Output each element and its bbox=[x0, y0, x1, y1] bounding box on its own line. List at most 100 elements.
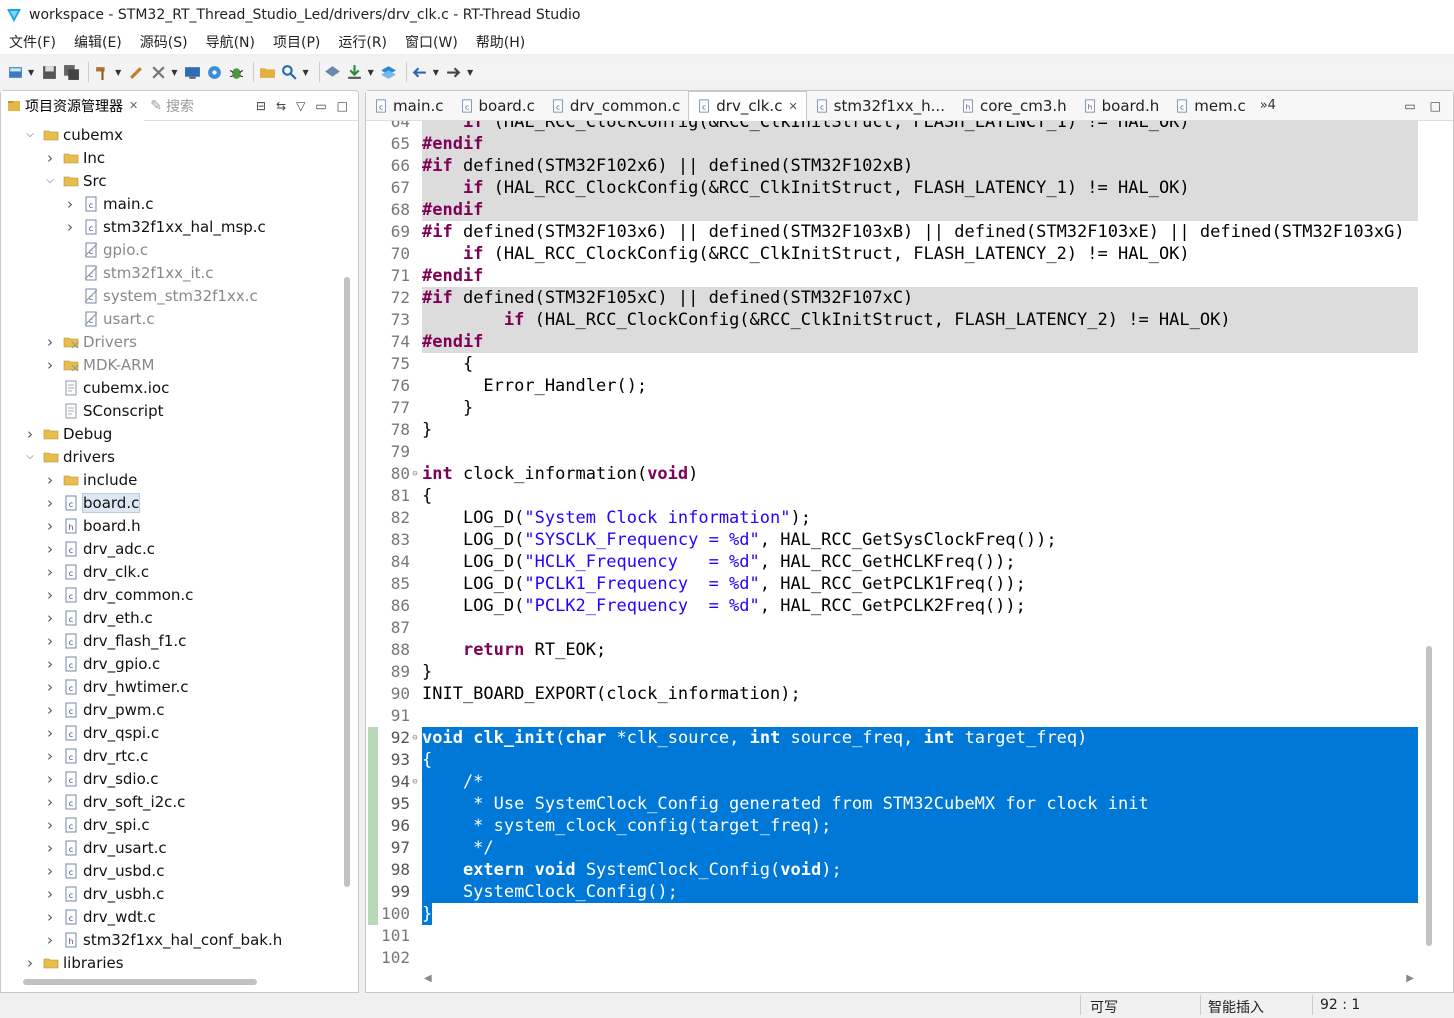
save-icon[interactable] bbox=[40, 63, 58, 81]
editor-vertical-scrollbar[interactable] bbox=[1426, 646, 1432, 946]
fold-toggle-icon[interactable]: ⊖ bbox=[410, 463, 420, 485]
chevron-right-icon[interactable]: › bbox=[23, 425, 37, 443]
tab-project-explorer[interactable]: 项目资源管理器 ✕ bbox=[1, 90, 145, 121]
tree-item[interactable]: › c drv_sdio.c bbox=[43, 767, 159, 790]
code-line[interactable]: 94 ⊖ /* bbox=[366, 771, 1420, 793]
more-tabs-indicator[interactable]: »4 bbox=[1260, 98, 1276, 113]
tree-item[interactable]: ⌵ drivers bbox=[23, 445, 115, 468]
maximize-icon[interactable]: □ bbox=[337, 99, 348, 113]
tools-dropdown-icon[interactable]: ▼ bbox=[171, 68, 177, 77]
tree-item[interactable]: c gpio.c bbox=[63, 238, 148, 261]
tree-item[interactable]: › c drv_clk.c bbox=[43, 560, 149, 583]
build-dropdown-icon[interactable]: ▼ bbox=[115, 68, 121, 77]
back-arrow-icon[interactable] bbox=[411, 63, 429, 81]
close-icon[interactable]: ✕ bbox=[129, 99, 138, 112]
code-line[interactable]: 85 LOG_D("PCLK1_Frequency = %d", HAL_RCC… bbox=[366, 573, 1420, 595]
code-line[interactable]: 95 * Use SystemClock_Config generated fr… bbox=[366, 793, 1420, 815]
chevron-right-icon[interactable]: › bbox=[43, 149, 57, 167]
code-line[interactable]: 87 bbox=[366, 617, 1420, 639]
code-line[interactable]: 71 #endif bbox=[366, 265, 1420, 287]
code-line[interactable]: 84 LOG_D("HCLK_Frequency = %d", HAL_RCC_… bbox=[366, 551, 1420, 573]
tree-item[interactable]: › c drv_usbh.c bbox=[43, 882, 164, 905]
code-line[interactable]: 64 if (HAL_RCC_ClockConfig(&RCC_ClkInitS… bbox=[366, 121, 1420, 133]
chevron-right-icon[interactable]: › bbox=[43, 862, 57, 880]
chevron-down-icon[interactable]: ⌵ bbox=[23, 129, 37, 140]
chevron-right-icon[interactable]: › bbox=[43, 885, 57, 903]
tree-item[interactable]: › c drv_qspi.c bbox=[43, 721, 159, 744]
open-folder-icon[interactable] bbox=[258, 63, 276, 81]
chevron-right-icon[interactable]: › bbox=[43, 333, 57, 351]
code-line[interactable]: 82 LOG_D("System Clock information"); bbox=[366, 507, 1420, 529]
sdk-manager-icon[interactable] bbox=[324, 63, 342, 81]
code-line[interactable]: 73 if (HAL_RCC_ClockConfig(&RCC_ClkInitS… bbox=[366, 309, 1420, 331]
code-line[interactable]: 97 */ bbox=[366, 837, 1420, 859]
menu-item[interactable]: 编辑(E) bbox=[65, 32, 131, 52]
tree-item[interactable]: › libraries bbox=[23, 951, 124, 974]
chevron-down-icon[interactable]: ⌵ bbox=[23, 451, 37, 462]
chevron-right-icon[interactable]: › bbox=[43, 701, 57, 719]
editor-tab[interactable]: c drv_clk.c ✕ bbox=[688, 90, 807, 121]
tree-item[interactable]: › c drv_soft_i2c.c bbox=[43, 790, 185, 813]
tree-horizontal-scrollbar[interactable] bbox=[23, 979, 257, 985]
minimize-icon[interactable]: ▭ bbox=[315, 99, 326, 113]
chevron-right-icon[interactable]: › bbox=[63, 218, 77, 236]
tree-item[interactable]: › c drv_adc.c bbox=[43, 537, 155, 560]
code-line[interactable]: 92 ⊖ void clk_init(char *clk_source, int s… bbox=[366, 727, 1420, 749]
chevron-right-icon[interactable]: › bbox=[63, 195, 77, 213]
editor-tab[interactable]: h board.h bbox=[1075, 91, 1168, 121]
code-line[interactable]: 98 extern void SystemClock_Config(void); bbox=[366, 859, 1420, 881]
layers-icon[interactable] bbox=[380, 63, 398, 81]
code-line[interactable]: 80 ⊖ int clock_information(void) bbox=[366, 463, 1420, 485]
tree-item[interactable]: SConscript bbox=[43, 399, 163, 422]
chevron-right-icon[interactable]: › bbox=[43, 793, 57, 811]
menu-item[interactable]: 窗口(W) bbox=[396, 32, 467, 52]
chevron-right-icon[interactable]: › bbox=[43, 747, 57, 765]
tree-item[interactable]: › c drv_eth.c bbox=[43, 606, 153, 629]
code-line[interactable]: 75 { bbox=[366, 353, 1420, 375]
new-dropdown-icon[interactable]: ▼ bbox=[28, 68, 34, 77]
maximize-icon[interactable]: □ bbox=[1430, 99, 1441, 113]
chevron-right-icon[interactable]: › bbox=[43, 816, 57, 834]
save-all-icon[interactable] bbox=[62, 63, 80, 81]
chevron-right-icon[interactable]: › bbox=[43, 563, 57, 581]
tree-item[interactable]: ⌵ cubemx bbox=[23, 123, 123, 146]
search-dropdown-icon[interactable]: ▼ bbox=[302, 68, 308, 77]
editor-tab[interactable]: c main.c bbox=[366, 91, 452, 121]
tree-item[interactable]: › Debug bbox=[23, 422, 112, 445]
tree-item[interactable]: › h board.h bbox=[43, 514, 141, 537]
chevron-right-icon[interactable]: › bbox=[43, 356, 57, 374]
menu-item[interactable]: 导航(N) bbox=[197, 32, 264, 52]
code-line[interactable]: 72 #if defined(STM32F105xC) || defined(ST… bbox=[366, 287, 1420, 309]
tree-item[interactable]: › c drv_hwtimer.c bbox=[43, 675, 189, 698]
code-line[interactable]: 70 if (HAL_RCC_ClockConfig(&RCC_ClkInitS… bbox=[366, 243, 1420, 265]
menu-item[interactable]: 帮助(H) bbox=[467, 32, 534, 52]
tree-item[interactable]: › c drv_wdt.c bbox=[43, 905, 156, 928]
collapse-all-icon[interactable]: ⊟ bbox=[256, 99, 266, 113]
view-menu-icon[interactable]: ▽ bbox=[296, 99, 305, 113]
tree-item[interactable]: c system_stm32f1xx.c bbox=[63, 284, 258, 307]
tree-item[interactable]: › c main.c bbox=[63, 192, 154, 215]
code-line[interactable]: 69 #if defined(STM32F103x6) || defined(ST… bbox=[366, 221, 1420, 243]
code-area[interactable]: 64 if (HAL_RCC_ClockConfig(&RCC_ClkInitS… bbox=[366, 121, 1453, 969]
tree-item[interactable]: c usart.c bbox=[63, 307, 155, 330]
chevron-right-icon[interactable]: › bbox=[43, 931, 57, 949]
code-line[interactable]: 68 #endif bbox=[366, 199, 1420, 221]
tree-item[interactable]: › c drv_usart.c bbox=[43, 836, 167, 859]
terminal-icon[interactable] bbox=[183, 63, 201, 81]
code-line[interactable]: 79 bbox=[366, 441, 1420, 463]
code-line[interactable]: 91 bbox=[366, 705, 1420, 727]
tree-item[interactable]: › c drv_pwm.c bbox=[43, 698, 164, 721]
code-line[interactable]: 67 if (HAL_RCC_ClockConfig(&RCC_ClkInitS… bbox=[366, 177, 1420, 199]
tree-item[interactable]: › include bbox=[43, 468, 137, 491]
clean-icon[interactable] bbox=[127, 63, 145, 81]
code-line[interactable]: 83 LOG_D("SYSCLK_Frequency = %d", HAL_RC… bbox=[366, 529, 1420, 551]
menu-item[interactable]: 文件(F) bbox=[0, 32, 65, 52]
menu-item[interactable]: 项目(P) bbox=[264, 32, 329, 52]
scroll-left-icon[interactable]: ◀ bbox=[424, 973, 432, 984]
tree-item[interactable]: › Drivers bbox=[43, 330, 137, 353]
chevron-right-icon[interactable]: › bbox=[43, 494, 57, 512]
code-line[interactable]: 86 LOG_D("PCLK2_Frequency = %d", HAL_RCC… bbox=[366, 595, 1420, 617]
code-line[interactable]: 101 bbox=[366, 925, 1420, 947]
chevron-right-icon[interactable]: › bbox=[43, 586, 57, 604]
search-icon[interactable] bbox=[280, 63, 298, 81]
